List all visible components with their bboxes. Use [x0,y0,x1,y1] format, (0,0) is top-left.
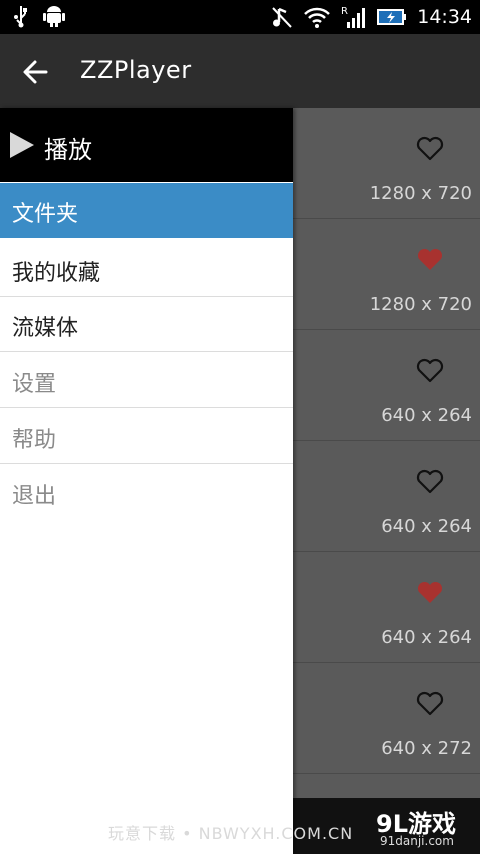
video-list: 1280 x 720 1280 x 720 640 x 264 640 x 26… [293,108,480,854]
heart-outline-icon[interactable] [416,358,444,384]
watermark-text: 玩意下载 • NBWYXH.COM.CN [108,824,354,843]
resolution-label: 640 x 264 [381,405,472,426]
resolution-label: 640 x 272 [381,738,472,759]
play-label: 播放 [44,136,92,164]
list-item[interactable]: 640 x 264 [293,552,480,663]
drawer-item-label: 退出 [12,484,57,509]
drawer-item-streaming[interactable]: 流媒体 [0,297,293,352]
resolution-label: 640 x 264 [381,627,472,648]
resolution-label: 1280 x 720 [369,183,472,204]
list-item[interactable]: 1280 x 720 [293,219,480,330]
drawer-item-folders[interactable]: 文件夹 [0,183,293,238]
heart-outline-icon[interactable] [416,136,444,162]
heart-filled-icon[interactable] [416,247,444,273]
arrow-left-icon[interactable] [18,54,56,90]
resolution-label: 640 x 264 [381,516,472,537]
drawer-item-settings[interactable]: 设置 [0,353,293,408]
drawer-item-help[interactable]: 帮助 [0,409,293,464]
status-time: 14:34 [417,6,472,28]
list-item[interactable]: 640 x 264 [293,330,480,441]
list-item[interactable]: 640 x 264 [293,441,480,552]
status-bar: R 14:34 [0,0,480,34]
navigation-drawer: 播放 文件夹 我的收藏 流媒体 设置 帮助 退出 [0,108,293,854]
drawer-item-label: 文件夹 [12,202,79,227]
android-debug-icon [42,4,66,28]
signal-roaming-icon: R [341,4,367,30]
play-button[interactable]: 播放 [0,108,293,182]
svg-text:R: R [341,6,348,17]
resolution-label: 1280 x 720 [369,294,472,315]
drawer-item-label: 我的收藏 [12,261,101,286]
play-icon [8,131,36,159]
drawer-item-exit[interactable]: 退出 [0,465,293,520]
drawer-item-label: 帮助 [12,428,57,453]
drawer-item-label: 设置 [12,372,57,397]
list-item[interactable]: 640 x 272 [293,663,480,774]
watermark-logo-sub: 91danji.com [380,834,454,848]
app-title: ZZPlayer [80,56,192,84]
usb-icon [12,4,30,28]
heart-outline-icon[interactable] [416,469,444,495]
wifi-icon [303,5,331,29]
action-bar: ZZPlayer [0,34,480,108]
list-item[interactable]: 1280 x 720 [293,108,480,219]
battery-charging-icon [377,7,407,27]
drawer-item-label: 流媒体 [12,316,79,341]
heart-filled-icon[interactable] [416,580,444,606]
mute-icon [271,5,293,29]
heart-outline-icon[interactable] [416,691,444,717]
drawer-item-favorites[interactable]: 我的收藏 [0,242,293,297]
